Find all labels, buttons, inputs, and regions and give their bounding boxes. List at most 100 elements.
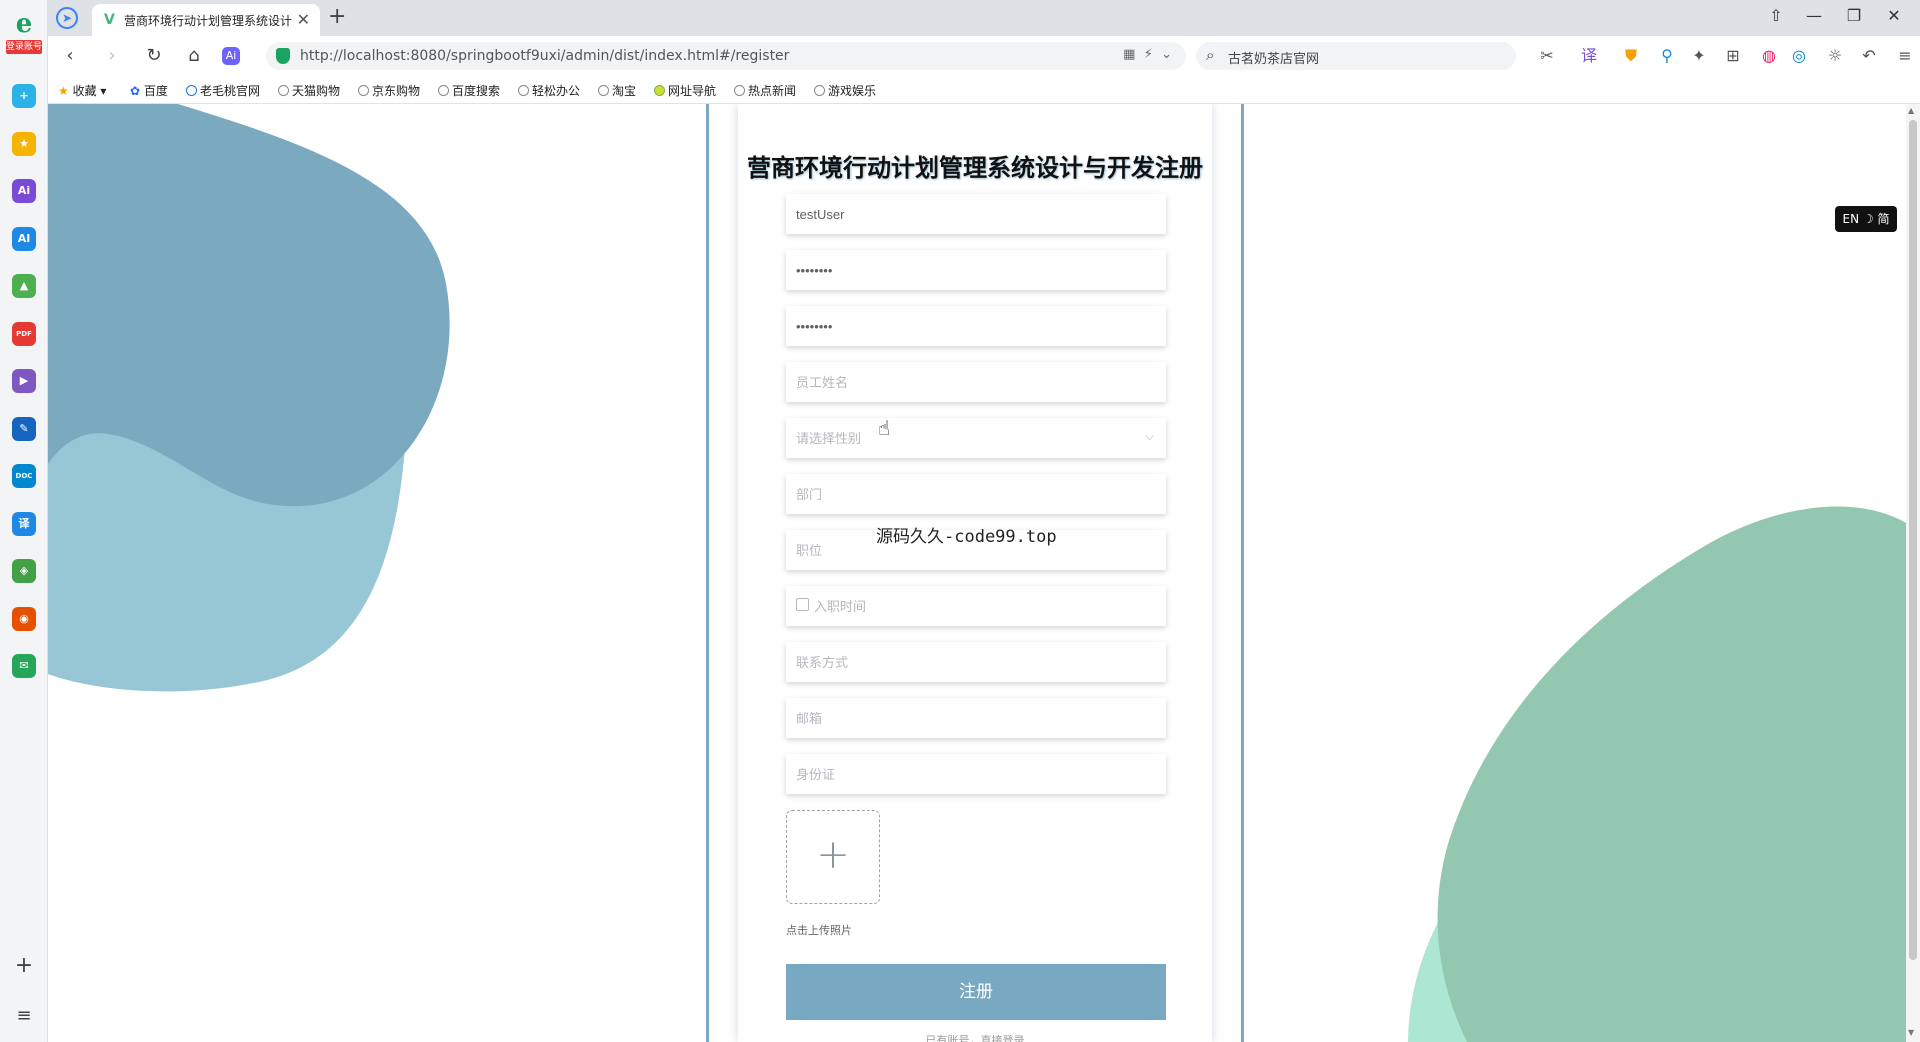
minimize-icon[interactable]: —	[1800, 6, 1828, 25]
bookmark-baidu-search[interactable]: 百度搜索	[438, 82, 500, 99]
grid-apps-icon[interactable]: ⊞	[1722, 45, 1744, 67]
bookmark-nav[interactable]: 网址导航	[654, 82, 716, 99]
app-favorites-icon[interactable]: ★	[12, 131, 36, 156]
register-button[interactable]: 注册	[786, 964, 1166, 1020]
phone-input[interactable]	[786, 642, 1166, 682]
app-weibo-icon[interactable]: ◉	[12, 606, 36, 631]
employee-name-input[interactable]	[786, 362, 1166, 402]
bookmark-favorites[interactable]: ★ 收藏 ▾	[58, 82, 106, 99]
tab-strip: ➤ V 营商环境行动计划管理系统设计 ✕ + ⇧ — ❐ ✕	[48, 0, 1920, 36]
background-blob-left	[48, 104, 450, 692]
search-icon: ⌕	[1206, 46, 1215, 64]
email-input[interactable]	[786, 698, 1166, 738]
password-input[interactable]	[786, 250, 1166, 290]
bookmark-taobao[interactable]: 淘宝	[598, 82, 636, 99]
forward-icon[interactable]: ›	[100, 44, 124, 68]
pin-icon[interactable]: ⇧	[1762, 6, 1790, 25]
bookmark-games[interactable]: 游戏娱乐	[814, 82, 876, 99]
url-text[interactable]: http://localhost:8080/springbootf9uxi/ad…	[300, 48, 789, 64]
sidebar-menu-icon[interactable]: ≡	[12, 1004, 36, 1028]
tab-active[interactable]: V 营商环境行动计划管理系统设计 ✕	[92, 4, 320, 36]
username-input[interactable]	[786, 194, 1166, 234]
app-ai-writer-icon[interactable]: AI	[12, 226, 36, 251]
hire-date-field[interactable]	[786, 586, 1166, 626]
address-bar[interactable]: http://localhost:8080/springbootf9uxi/ad…	[266, 42, 1186, 70]
bookmark-jd[interactable]: 京东购物	[358, 82, 420, 99]
theme-icon[interactable]: ☼	[1824, 45, 1846, 67]
star-icon: ★	[58, 84, 69, 98]
confirm-password-field[interactable]	[786, 306, 1166, 346]
edge-ext-icon[interactable]: ◎	[1788, 45, 1810, 67]
scroll-up-icon[interactable]: ▲	[1908, 106, 1914, 115]
gender-select-input[interactable]	[786, 418, 1166, 458]
calendar-icon	[796, 598, 809, 611]
bookmark-baidu[interactable]: ✿ 百度	[130, 82, 168, 99]
page-viewport: 营商环境行动计划管理系统设计与开发注册 ⌵	[48, 104, 1920, 1042]
app-mail-icon[interactable]: ✉	[12, 654, 36, 678]
main-menu-icon[interactable]: ≡	[1894, 45, 1916, 67]
tab-close-icon[interactable]: ✕	[297, 10, 310, 29]
restore-icon[interactable]: ❐	[1840, 6, 1868, 25]
gender-select[interactable]: ⌵	[786, 418, 1166, 458]
compass-icon[interactable]: ➤	[56, 7, 78, 29]
translate-ext-icon[interactable]: 译	[1578, 45, 1600, 67]
background-blob-right	[1408, 506, 1908, 1042]
divider-right	[1241, 104, 1244, 1042]
new-tab-button[interactable]: +	[328, 4, 346, 29]
address-actions[interactable]: ▦ ⚡ ⌄	[1123, 47, 1172, 62]
app-photo-icon[interactable]: ▲	[12, 274, 36, 298]
app-doc-icon[interactable]: DOC	[12, 464, 36, 488]
bookmark-news[interactable]: 热点新闻	[734, 82, 796, 99]
username-field[interactable]	[786, 194, 1166, 234]
employee-name-field[interactable]	[786, 362, 1166, 402]
app-translate-icon[interactable]: 译	[12, 511, 36, 536]
confirm-password-input[interactable]	[786, 306, 1166, 346]
email-field[interactable]	[786, 698, 1166, 738]
undo-icon[interactable]: ↶	[1858, 45, 1880, 67]
browser-toolbar: ‹ › ↻ ⌂ Ai http://localhost:8080/springb…	[48, 36, 1920, 76]
browser-logo[interactable]: e 登录账号	[6, 10, 42, 58]
password-field[interactable]	[786, 250, 1166, 290]
color-ext-icon[interactable]: ◍	[1758, 45, 1780, 67]
close-window-icon[interactable]: ✕	[1880, 6, 1908, 25]
id-card-input[interactable]	[786, 754, 1166, 794]
scissors-icon[interactable]: ✂	[1536, 45, 1558, 67]
page-scrollbar[interactable]: ▲ ▼	[1906, 104, 1920, 1042]
phone-field[interactable]	[786, 642, 1166, 682]
photo-upload-button[interactable]: +	[786, 810, 880, 904]
hire-date-input[interactable]	[786, 586, 1166, 626]
laomaotao-icon	[186, 85, 197, 96]
app-map-icon[interactable]: ◈	[12, 559, 36, 583]
login-link[interactable]: 已有账号，直接登录	[738, 1032, 1212, 1042]
app-ai-icon[interactable]: Ai	[12, 179, 36, 203]
app-notes-icon[interactable]: ✎	[12, 416, 36, 441]
add-app-icon[interactable]: +	[12, 954, 36, 978]
language-switch[interactable]: EN ☽ 简	[1835, 206, 1897, 232]
back-icon[interactable]: ‹	[58, 44, 82, 68]
scroll-down-icon[interactable]: ▼	[1908, 1028, 1914, 1037]
login-account-badge[interactable]: 登录账号	[6, 40, 42, 54]
bookmark-laomaotao[interactable]: 老毛桃官网	[186, 82, 260, 99]
ai-assistant-icon[interactable]: Ai	[222, 47, 240, 65]
baidu-paw-icon: ✿	[130, 84, 141, 98]
department-input[interactable]	[786, 474, 1166, 514]
globe-icon	[814, 85, 825, 96]
department-field[interactable]	[786, 474, 1166, 514]
reload-icon[interactable]: ↻	[142, 44, 166, 68]
zoom-ext-icon[interactable]: ⚲	[1656, 45, 1678, 67]
app-video-icon[interactable]: ▶	[12, 369, 36, 393]
register-form: 营商环境行动计划管理系统设计与开发注册 ⌵	[738, 104, 1212, 1042]
extensions-icon[interactable]: ✦	[1688, 45, 1710, 67]
search-text[interactable]: 古茗奶茶店官网	[1228, 48, 1319, 67]
nav-site-icon	[654, 85, 665, 96]
id-card-field[interactable]	[786, 754, 1166, 794]
search-box[interactable]: ⌕ 古茗奶茶店官网	[1196, 42, 1516, 70]
scrollbar-thumb[interactable]	[1909, 120, 1917, 960]
home-icon[interactable]: ⌂	[182, 44, 206, 68]
shield-ext-icon[interactable]: ⛊	[1620, 45, 1642, 67]
bookmark-office[interactable]: 轻松办公	[518, 82, 580, 99]
app-pdf-icon[interactable]: PDF	[12, 321, 36, 346]
app-sidebar: e 登录账号 + ★ Ai AI ▲ PDF ▶ ✎ DOC 译 ◈ ◉ ✉ + ≡	[0, 0, 48, 1042]
app-health-icon[interactable]: +	[12, 84, 36, 108]
bookmark-tmall[interactable]: 天猫购物	[278, 82, 340, 99]
